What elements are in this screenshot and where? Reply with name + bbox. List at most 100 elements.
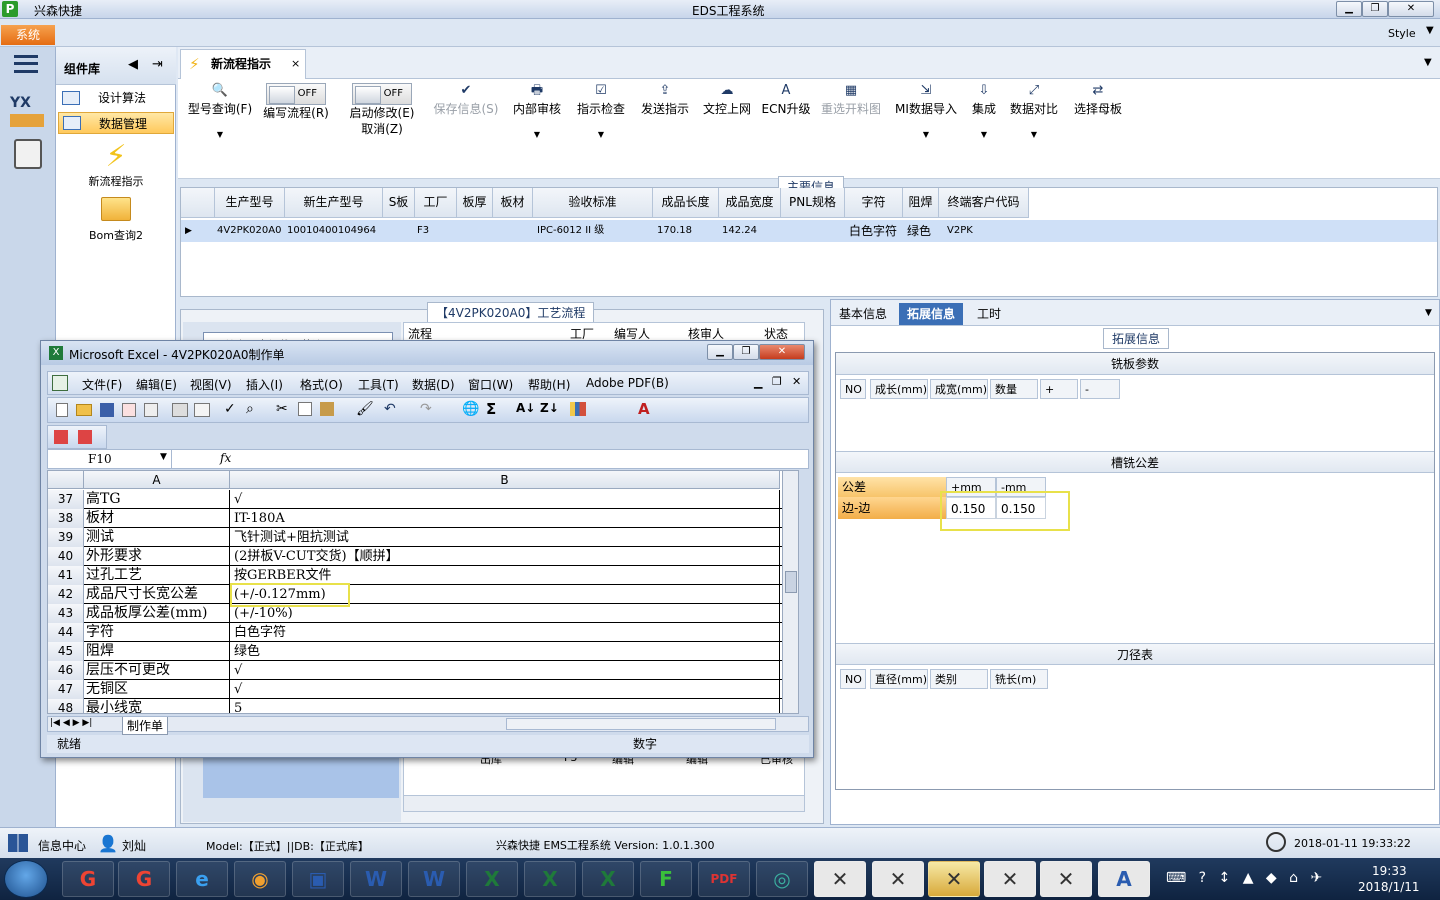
table-row[interactable]: 37 高TG √: [48, 490, 798, 509]
system-button[interactable]: 系统: [1, 25, 55, 45]
col-header[interactable]: 板材: [493, 188, 533, 218]
row-number[interactable]: 48: [48, 699, 84, 713]
cell-b[interactable]: √: [230, 490, 780, 509]
fx-icon[interactable]: fx: [220, 451, 231, 465]
taskbar-excel-window1-icon[interactable]: ✕: [814, 861, 866, 897]
col-header[interactable]: 字符: [845, 188, 903, 218]
table-row[interactable]: 45 阻焊 绿色: [48, 642, 798, 661]
doc-upload-button[interactable]: ☁ 文控上网: [698, 83, 756, 117]
print-preview-icon[interactable]: [194, 403, 210, 417]
cell-a[interactable]: 外形要求: [84, 547, 230, 566]
col-header[interactable]: NO: [840, 379, 866, 399]
taskbar-notepad-icon[interactable]: A: [1098, 861, 1150, 897]
doc-minimize-icon[interactable]: ▁: [754, 376, 762, 389]
table-row[interactable]: 38 板材 IT-180A: [48, 509, 798, 528]
tab-work-hours[interactable]: 工时: [969, 303, 1009, 325]
taskbar-app-g1-icon[interactable]: G: [62, 861, 114, 897]
col-header[interactable]: 直径(mm): [870, 669, 928, 689]
col-header[interactable]: 成宽(mm): [930, 379, 988, 399]
vertical-scrollbar[interactable]: [782, 471, 798, 713]
paste-icon[interactable]: [320, 402, 334, 416]
taskbar-pdf-icon[interactable]: PDF: [698, 861, 750, 897]
row-number[interactable]: 37: [48, 490, 84, 509]
internal-review-button[interactable]: 🖶 内部审核 ▼: [508, 83, 566, 143]
col-header[interactable]: 板厚: [457, 188, 493, 218]
col-header[interactable]: 成长(mm): [870, 379, 928, 399]
excel-minimize-button[interactable]: ▁: [707, 344, 733, 360]
col-header[interactable]: 生产型号: [215, 188, 285, 218]
cell-b[interactable]: √: [230, 661, 780, 680]
select-board-button[interactable]: ⇄ 选择母板: [1070, 83, 1126, 117]
email-icon[interactable]: [144, 403, 158, 417]
new-flow-instruction-item[interactable]: ⚡ 新流程指示: [58, 139, 174, 189]
taskbar-ie-icon[interactable]: e: [176, 861, 228, 897]
formula-input[interactable]: [236, 450, 808, 468]
save-icon[interactable]: [100, 403, 114, 417]
bom-query-item[interactable]: Bom查询2: [58, 197, 174, 243]
cell-a[interactable]: 高TG: [84, 490, 230, 509]
table-row[interactable]: 40 外形要求 (2拼板V-CUT交货)【顺拼】: [48, 547, 798, 566]
menu-insert[interactable]: 插入(I): [246, 376, 283, 393]
close-button[interactable]: ✕: [1388, 1, 1434, 17]
info-center[interactable]: 信息中心: [38, 837, 86, 854]
col-header[interactable]: 成品长度: [653, 188, 719, 218]
instruction-check-button[interactable]: ☑ 指示检查 ▼: [572, 83, 630, 143]
autosum-icon[interactable]: Σ: [486, 400, 496, 418]
horizontal-scrollbar[interactable]: [404, 795, 804, 811]
taskbar-excel2-icon[interactable]: X: [524, 861, 576, 897]
tab-basic-info[interactable]: 基本信息: [831, 303, 895, 325]
start-edit-toggle[interactable]: OFF: [352, 83, 412, 105]
cut-icon[interactable]: ✂: [276, 401, 288, 417]
pdf-convert-icon[interactable]: [54, 430, 68, 444]
undo-icon[interactable]: ↶: [384, 401, 396, 417]
taskbar-excel3-icon[interactable]: X: [582, 861, 634, 897]
ecn-upgrade-button[interactable]: A ECN升级: [760, 83, 812, 117]
taskbar-excel-window2-icon[interactable]: ✕: [872, 861, 924, 897]
row-number[interactable]: 45: [48, 642, 84, 661]
col-header[interactable]: -: [1080, 379, 1120, 399]
spelling-icon[interactable]: ✓: [224, 401, 236, 417]
menu-edit[interactable]: 编辑(E): [136, 376, 177, 393]
save-info-button[interactable]: ✔ 保存信息(S): [430, 83, 502, 117]
row-number[interactable]: 46: [48, 661, 84, 680]
column-header-a[interactable]: A: [84, 471, 230, 489]
table-row[interactable]: 44 字符 白色字符: [48, 623, 798, 642]
taskbar-excel-window3-icon[interactable]: ✕: [928, 861, 980, 897]
menu-format[interactable]: 格式(O): [300, 376, 343, 393]
table-row[interactable]: 48 最小线宽 5: [48, 699, 798, 713]
sheet-nav-icon[interactable]: |◀ ◀ ▶ ▶|: [50, 718, 92, 728]
doc-restore-icon[interactable]: ❐: [772, 375, 782, 388]
taskbar-eye-icon[interactable]: ◎: [756, 861, 808, 897]
table-row[interactable]: 43 成品板厚公差(mm) (+/-10%): [48, 604, 798, 623]
cell-b[interactable]: 白色字符: [230, 623, 780, 642]
taskbar-excel-window5-icon[interactable]: ✕: [1040, 861, 1092, 897]
sort-ascending-icon[interactable]: A↓: [516, 401, 535, 415]
collapse-left-icon[interactable]: ◀: [128, 57, 138, 72]
menu-data[interactable]: 数据(D): [412, 376, 455, 393]
doc-close-icon[interactable]: ✕: [792, 375, 801, 388]
hamburger-menu-icon[interactable]: [14, 55, 38, 73]
cell-b[interactable]: √: [230, 680, 780, 699]
menu-window[interactable]: 窗口(W): [468, 376, 513, 393]
col-header[interactable]: 终端客户代码: [939, 188, 1029, 218]
cell-a[interactable]: 字符: [84, 623, 230, 642]
minimize-button[interactable]: ▁: [1336, 1, 1362, 17]
cell-b[interactable]: 飞针测试+阻抗测试: [230, 528, 780, 547]
col-header[interactable]: 数量: [990, 379, 1038, 399]
calculator-icon[interactable]: [14, 139, 42, 169]
cancel-label[interactable]: 取消(Z): [344, 121, 420, 137]
edit-flow-control[interactable]: OFF 编写流程(R): [260, 83, 332, 121]
col-header[interactable]: 成品宽度: [719, 188, 781, 218]
cell-b[interactable]: 绿色: [230, 642, 780, 661]
col-header[interactable]: PNL规格: [781, 188, 845, 218]
data-compare-button[interactable]: ⤢ 数据对比 ▼: [1008, 83, 1060, 143]
chart-wizard-icon[interactable]: [570, 402, 586, 416]
taskbar-save-icon[interactable]: ▣: [292, 861, 344, 897]
tab-extended-info[interactable]: 拓展信息: [899, 303, 964, 325]
scroll-thumb[interactable]: [785, 571, 797, 593]
table-row[interactable]: 42 成品尺寸长宽公差 (+/-0.127mm): [48, 585, 798, 604]
taskbar-shell-icon[interactable]: ◉: [234, 861, 286, 897]
cell-b[interactable]: IT-180A: [230, 509, 780, 528]
taskbar-word1-icon[interactable]: W: [350, 861, 402, 897]
reselect-material-button[interactable]: ▦ 重选开料图: [818, 83, 884, 117]
